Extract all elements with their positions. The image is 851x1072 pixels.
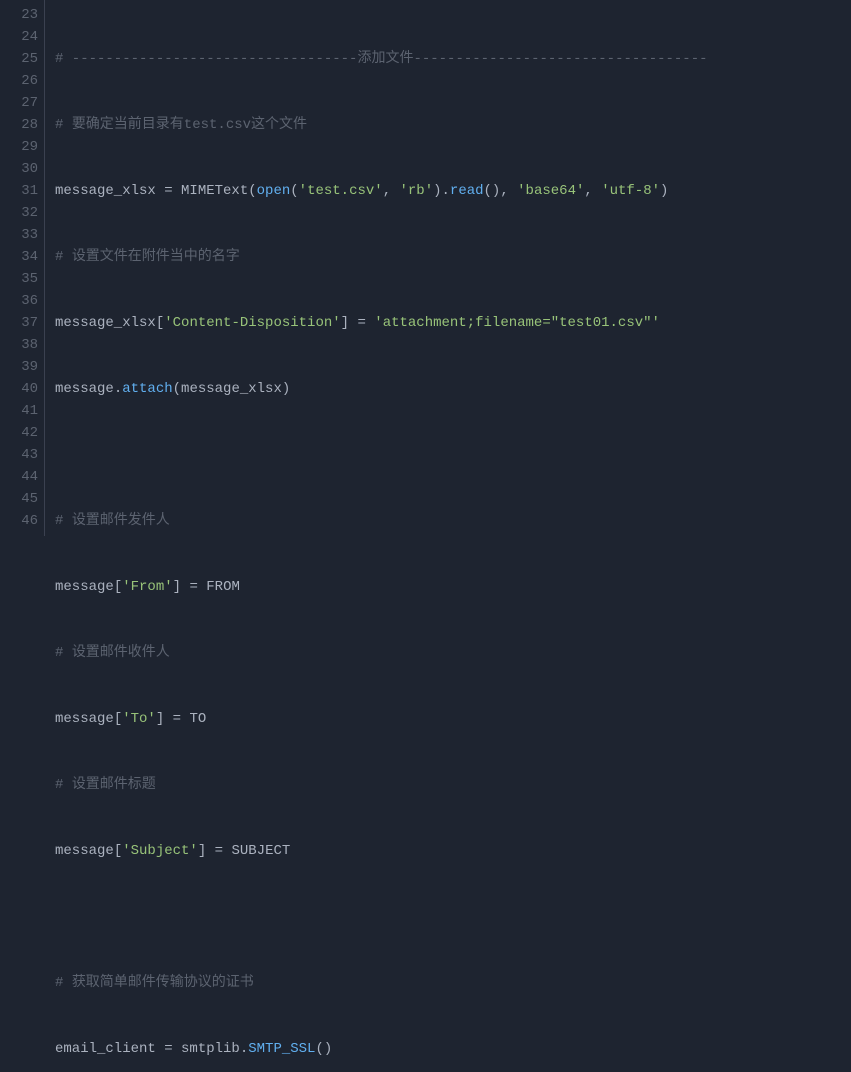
line-number: 30 [10,158,38,180]
line-number: 41 [10,400,38,422]
line-number: 29 [10,136,38,158]
line-number: 43 [10,444,38,466]
line-number: 31 [10,180,38,202]
code-line[interactable]: message['Subject'] = SUBJECT [55,840,778,862]
code-line[interactable] [55,444,778,466]
code-line[interactable]: # 设置邮件收件人 [55,642,778,664]
line-number: 39 [10,356,38,378]
line-number: 34 [10,246,38,268]
line-number: 45 [10,488,38,510]
code-line[interactable] [55,906,778,928]
code-line[interactable]: message['From'] = FROM [55,576,778,598]
code-line[interactable]: # 设置邮件发件人 [55,510,778,532]
line-number: 35 [10,268,38,290]
code-line[interactable]: email_client = smtplib.SMTP_SSL() [55,1038,778,1060]
line-number: 38 [10,334,38,356]
code-editor: 23 24 25 26 27 28 29 30 31 32 33 34 35 3… [0,0,851,536]
line-number: 27 [10,92,38,114]
line-number: 44 [10,466,38,488]
line-number: 32 [10,202,38,224]
line-number: 37 [10,312,38,334]
code-line[interactable]: message_xlsx = MIMEText(open('test.csv',… [55,180,778,202]
line-number: 28 [10,114,38,136]
line-number: 33 [10,224,38,246]
code-line[interactable]: # ----------------------------------添加文件… [55,48,778,70]
code-line[interactable]: message_xlsx['Content-Disposition'] = 'a… [55,312,778,334]
line-number-gutter: 23 24 25 26 27 28 29 30 31 32 33 34 35 3… [0,0,45,536]
line-number: 36 [10,290,38,312]
line-number: 24 [10,26,38,48]
code-line[interactable]: message['To'] = TO [55,708,778,730]
line-number: 23 [10,4,38,26]
code-area[interactable]: # ----------------------------------添加文件… [45,0,778,536]
line-number: 42 [10,422,38,444]
line-number: 26 [10,70,38,92]
code-line[interactable]: # 要确定当前目录有test.csv这个文件 [55,114,778,136]
code-line[interactable]: message.attach(message_xlsx) [55,378,778,400]
line-number: 40 [10,378,38,400]
code-line[interactable]: # 获取简单邮件传输协议的证书 [55,972,778,994]
line-number: 46 [10,510,38,532]
code-line[interactable]: # 设置文件在附件当中的名字 [55,246,778,268]
code-line[interactable]: # 设置邮件标题 [55,774,778,796]
line-number: 25 [10,48,38,70]
